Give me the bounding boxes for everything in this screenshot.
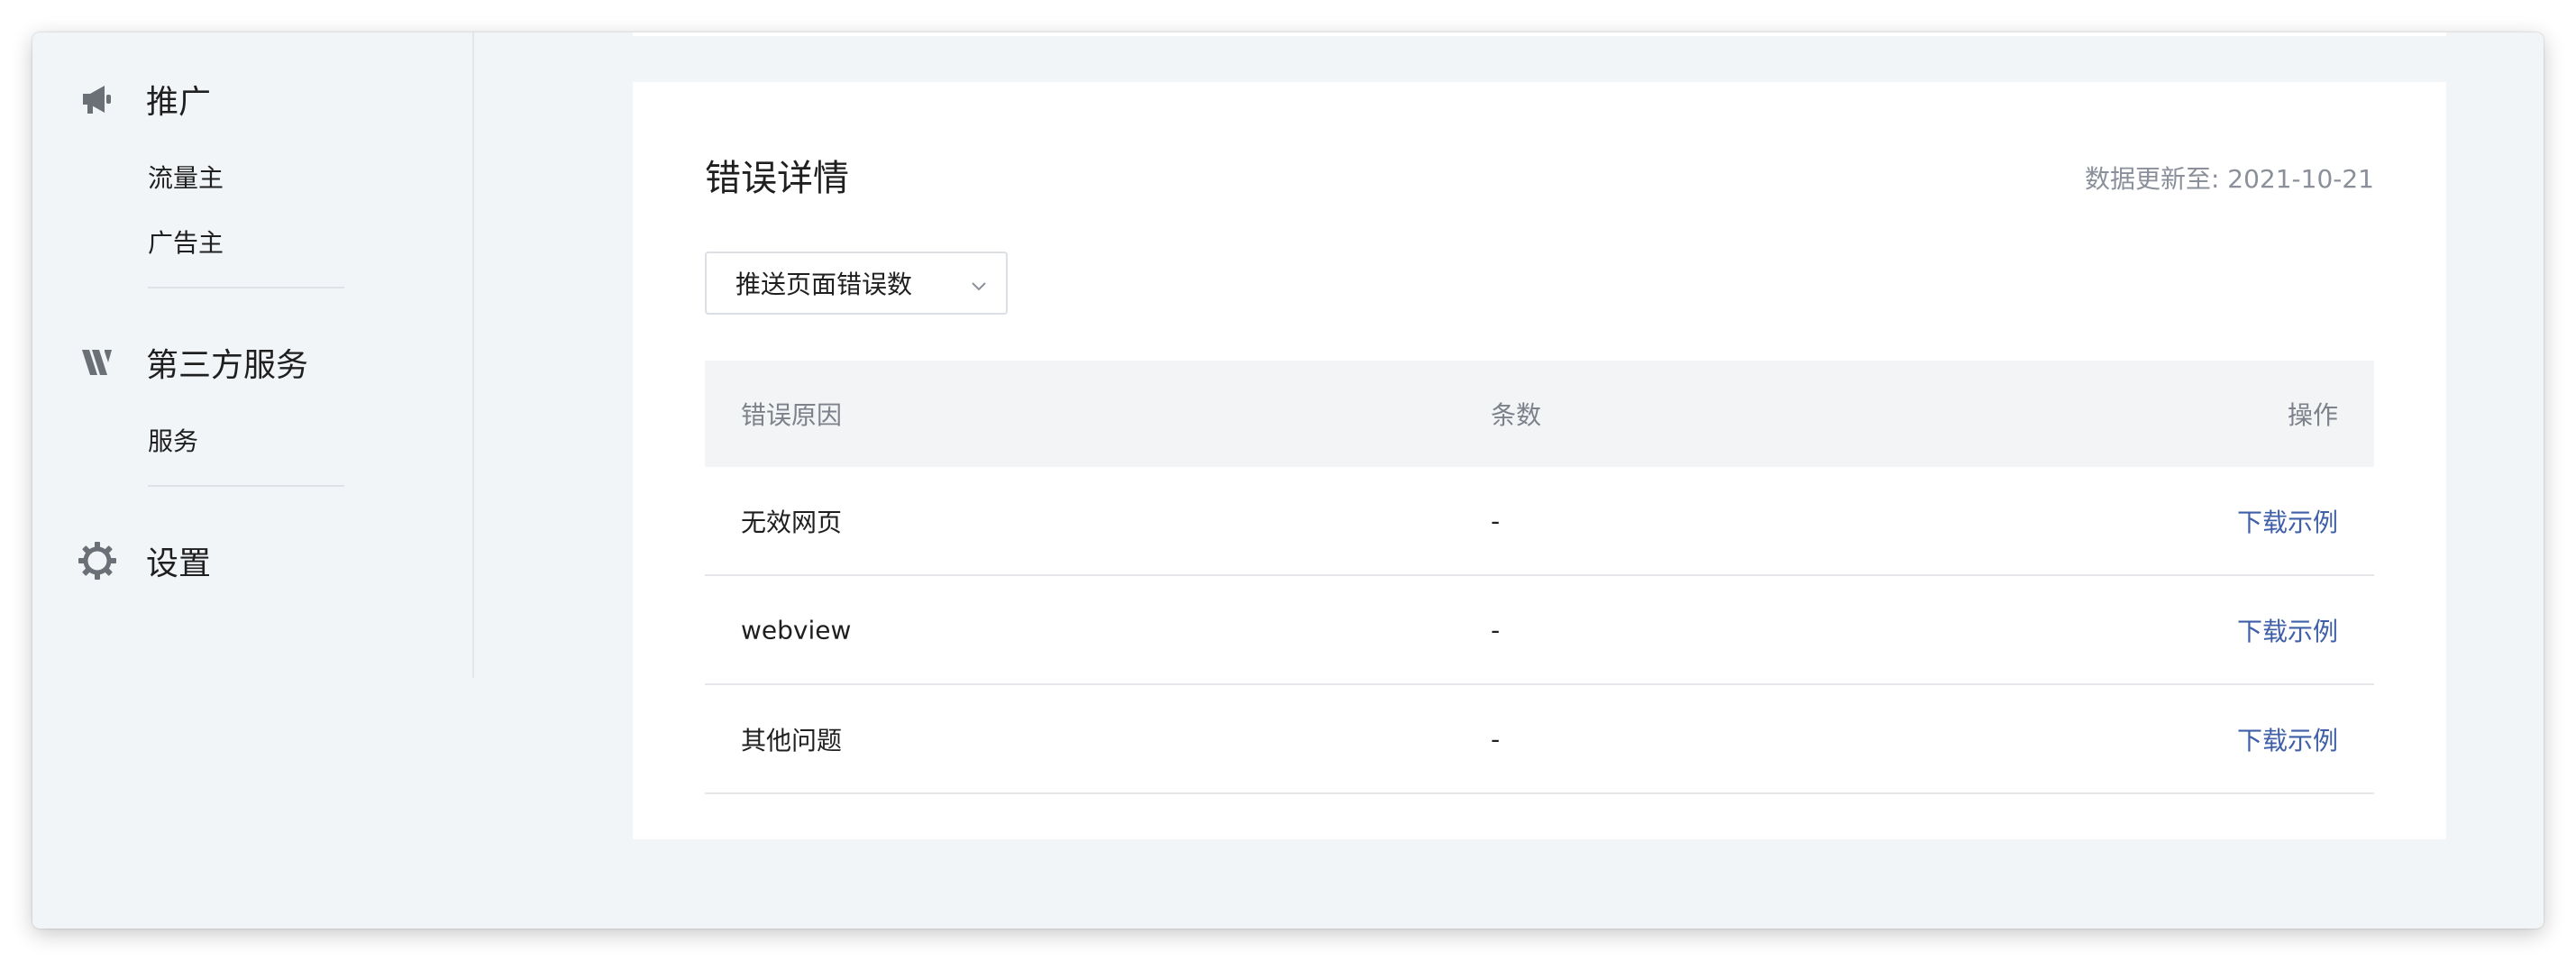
cell-count: - [1491, 724, 1501, 754]
page-title: 错误详情 [705, 158, 849, 199]
gear-icon [78, 541, 117, 581]
select-value: 推送页面错误数 [735, 270, 913, 299]
chevron-down-icon [968, 273, 990, 295]
column-header-count: 条数 [1491, 400, 1542, 430]
cell-count: - [1491, 506, 1501, 535]
column-header-reason: 错误原因 [741, 400, 843, 430]
sidebar-group-label: 设置 [146, 545, 212, 582]
table-row: webview - 下载示例 [705, 576, 2374, 685]
download-sample-link[interactable]: 下载示例 [2237, 612, 2338, 648]
sidebar-group-label: 推广 [146, 84, 212, 121]
sidebar-group-settings[interactable]: 设置 [78, 537, 211, 584]
sidebar-group-third-party[interactable]: 第三方服务 [78, 339, 308, 386]
data-updated-label: 数据更新至: 2021-10-21 [2084, 164, 2374, 194]
previous-card-edge [633, 32, 2446, 36]
error-type-select[interactable]: 推送页面错误数 [705, 252, 1008, 315]
table-row: 无效网页 - 下载示例 [705, 467, 2374, 576]
column-header-action: 操作 [2287, 400, 2338, 430]
sidebar-item-advertiser[interactable]: 广告主 [148, 224, 224, 260]
sidebar: 推广 流量主 广告主 第三方服务 服务 设置 [32, 32, 474, 678]
sidebar-divider [148, 287, 344, 288]
table-row: 其他问题 - 下载示例 [705, 685, 2374, 794]
cell-count: - [1491, 615, 1501, 645]
megaphone-icon [78, 79, 117, 119]
cell-reason: webview [741, 615, 852, 645]
sidebar-item-services[interactable]: 服务 [148, 422, 198, 458]
sidebar-divider [148, 485, 344, 487]
table-header-row: 错误原因 条数 操作 [705, 361, 2374, 467]
download-sample-link[interactable]: 下载示例 [2237, 503, 2338, 539]
cell-reason: 其他问题 [741, 725, 843, 755]
download-sample-link[interactable]: 下载示例 [2237, 721, 2338, 757]
app-window: 推广 流量主 广告主 第三方服务 服务 设置 错误详情 数据更新至: 2021-… [32, 32, 2544, 929]
sidebar-group-promotion[interactable]: 推广 [78, 76, 211, 123]
error-details-card: 错误详情 数据更新至: 2021-10-21 推送页面错误数 错误原因 条数 操… [633, 82, 2446, 839]
sidebar-item-traffic-owner[interactable]: 流量主 [148, 159, 224, 195]
cell-reason: 无效网页 [741, 507, 843, 537]
third-party-logo-icon [78, 343, 117, 382]
error-table: 错误原因 条数 操作 无效网页 - 下载示例 webview - 下载示例 其他… [705, 361, 2374, 794]
sidebar-group-label: 第三方服务 [146, 347, 309, 384]
